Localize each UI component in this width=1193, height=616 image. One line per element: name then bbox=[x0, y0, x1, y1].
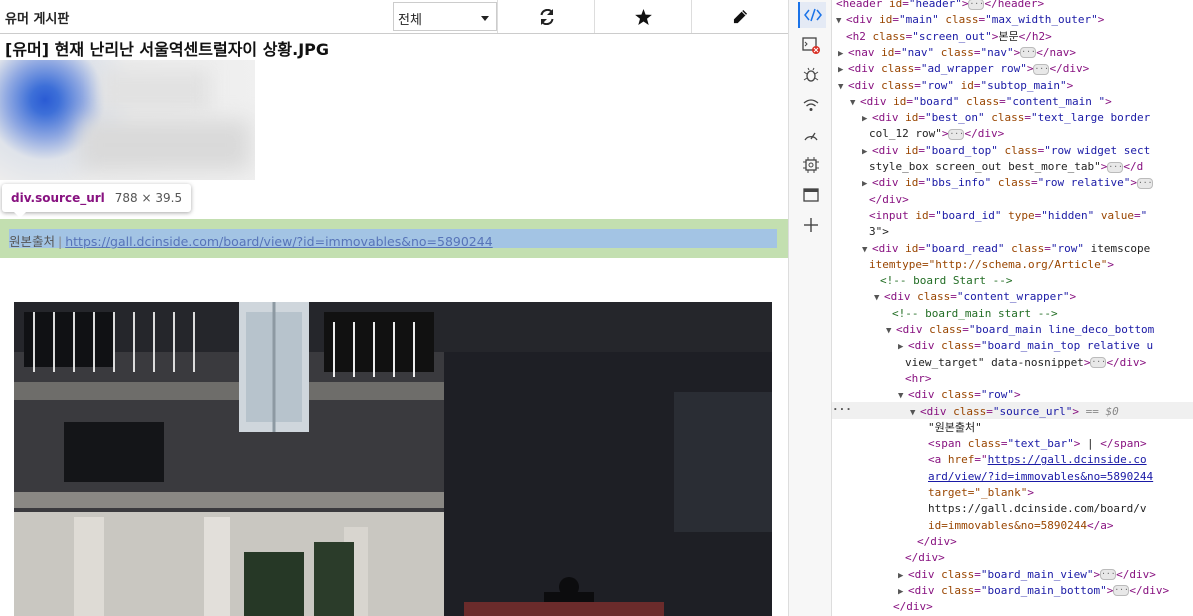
star-icon bbox=[635, 8, 652, 25]
chevron-down-icon bbox=[481, 16, 489, 21]
source-label: 원본출처 bbox=[9, 234, 56, 249]
board-title[interactable]: 유머 게시판 bbox=[5, 8, 69, 27]
sources-tab[interactable] bbox=[802, 66, 820, 84]
dom-node-line[interactable]: <input id="board_id" type="hidden" value… bbox=[869, 208, 1147, 224]
more-tools-button[interactable] bbox=[802, 216, 820, 234]
memory-tab[interactable] bbox=[802, 156, 820, 174]
dom-node-line[interactable]: col_12 row">···</div> bbox=[869, 126, 1004, 142]
chip-icon bbox=[803, 157, 819, 173]
dom-node-line[interactable]: ▶ <div class="board_main_bottom">···</div… bbox=[898, 583, 1169, 599]
dom-node-line[interactable]: <a href="https://gall.dcinside.co bbox=[928, 452, 1147, 468]
code-icon bbox=[804, 8, 822, 22]
dom-node-line[interactable]: <!-- board Start --> bbox=[880, 273, 1012, 289]
elements-tree: ··· ▶<header id="header">···</header>▼<d… bbox=[832, 0, 1193, 616]
dom-node-line[interactable]: "원본출처" bbox=[928, 420, 982, 436]
dom-node-line[interactable]: <h2 class="screen_out">본문</h2> bbox=[846, 29, 1052, 45]
console-tab[interactable] bbox=[802, 36, 820, 54]
dom-node-line[interactable]: 3"> bbox=[869, 224, 889, 240]
dom-node-line[interactable]: https://gall.dcinside.com/board/v bbox=[928, 501, 1147, 517]
dom-node-line[interactable]: ▼ <div class="row"> bbox=[898, 387, 1021, 403]
bug-icon bbox=[803, 67, 819, 82]
application-tab[interactable] bbox=[802, 186, 820, 204]
dom-node-line[interactable]: target="_blank"> bbox=[928, 485, 1034, 501]
wifi-icon bbox=[803, 99, 819, 111]
text-bar: | bbox=[58, 234, 63, 249]
performance-tab[interactable] bbox=[802, 126, 820, 144]
plus-icon bbox=[804, 218, 818, 232]
apartment-night-photo bbox=[14, 302, 772, 616]
dom-node-line[interactable]: ▶ <div id="bbs_info" class="row relative"… bbox=[862, 175, 1153, 191]
devtools-panel: ··· ▶<header id="header">···</header>▼<d… bbox=[789, 0, 1193, 616]
node-more-button[interactable]: ··· bbox=[832, 402, 852, 418]
dom-node-line[interactable]: ▶ <div class="board_main_view">···</div> bbox=[898, 567, 1156, 583]
dom-node-line[interactable]: view_target" data-nosnippet>···</div> bbox=[905, 355, 1146, 371]
pencil-icon bbox=[733, 9, 748, 24]
board-toolbar: 유머 게시판 전체 bbox=[0, 0, 788, 34]
dom-node-line[interactable]: </div> bbox=[893, 599, 933, 615]
post-photo bbox=[14, 302, 772, 616]
refresh-button[interactable] bbox=[497, 0, 595, 33]
dom-node-line[interactable]: ▶ <nav id="nav" class="nav">···</nav> bbox=[838, 45, 1076, 61]
dom-node-line[interactable]: <span class="text_bar"> | </span> bbox=[928, 436, 1147, 452]
console-icon bbox=[802, 37, 820, 54]
dom-node-line[interactable]: itemtype="http://schema.org/Article"> bbox=[869, 257, 1114, 273]
dom-node-line[interactable]: ▶<header id="header">···</header> bbox=[832, 0, 1044, 12]
category-select-value: 전체 bbox=[398, 13, 422, 28]
dom-node-line[interactable]: ▼ <div id="board" class="content_main "> bbox=[850, 94, 1112, 110]
web-page: 유머 게시판 전체 [유머] 현재 난리난 서울역센트럴자이 상황.JPG di… bbox=[0, 0, 789, 616]
dom-node-line[interactable]: ▶ <div id="board_top" class="row widget s… bbox=[862, 143, 1150, 159]
dom-node-line[interactable]: ▼ <div id="main" class="max_width_outer"> bbox=[836, 12, 1104, 28]
dom-node-line[interactable]: </div> bbox=[869, 192, 909, 208]
dom-node-line[interactable]: ▼ <div class="row" id="subtop_main"> bbox=[838, 78, 1073, 94]
gauge-icon bbox=[804, 132, 818, 141]
source-link[interactable]: https://gall.dcinside.com/board/view/?id… bbox=[65, 234, 492, 249]
tooltip-element: div.source_url bbox=[11, 191, 105, 205]
dom-node-line[interactable]: ▼ <div class="board_main line_deco_bottom bbox=[886, 322, 1154, 338]
window-icon bbox=[803, 188, 819, 202]
elements-tab[interactable] bbox=[798, 2, 826, 28]
devtools-sidebar bbox=[789, 0, 832, 616]
dom-node-line[interactable]: </div> bbox=[905, 550, 945, 566]
dom-node-line[interactable]: ard/view/?id=immovables&no=5890244 bbox=[928, 469, 1153, 485]
category-select[interactable]: 전체 bbox=[393, 2, 497, 31]
dom-node-line[interactable]: ▼ <div id="board_read" class="row" itemsc… bbox=[862, 241, 1150, 257]
dom-node-line[interactable]: ▶ <div id="best_on" class="text_large bor… bbox=[862, 110, 1150, 126]
dom-node-line[interactable]: ▶ <div class="ad_wrapper row">···</div> bbox=[838, 61, 1089, 77]
dom-node-line[interactable]: <!-- board_main start --> bbox=[892, 306, 1058, 322]
post-title: [유머] 현재 난리난 서울역센트럴자이 상황.JPG bbox=[5, 40, 330, 59]
dom-node-line[interactable]: ▼ <div class="content_wrapper"> bbox=[874, 289, 1076, 305]
dom-node-line[interactable]: style_box screen_out best_more_tab">···<… bbox=[869, 159, 1143, 175]
source-url: 원본출처 | https://gall.dcinside.com/board/vie… bbox=[9, 229, 777, 249]
dom-node-line[interactable]: ▶ <div class="board_main_top relative u bbox=[898, 338, 1153, 354]
network-tab[interactable] bbox=[802, 96, 820, 114]
blurred-image bbox=[0, 60, 255, 180]
dom-node-line[interactable]: <hr> bbox=[905, 371, 932, 387]
inspect-tooltip: div.source_url 788 × 39.5 bbox=[2, 184, 192, 218]
dom-node-line[interactable]: id=immovables&no=5890244</a> bbox=[928, 518, 1113, 534]
dom-node-line[interactable]: ▼ <div class="source_url"> == $0 bbox=[910, 404, 1119, 420]
dom-node-line[interactable]: </div> bbox=[917, 534, 957, 550]
tooltip-size: 788 × 39.5 bbox=[114, 191, 183, 205]
favorite-button[interactable] bbox=[594, 0, 692, 33]
refresh-icon bbox=[540, 8, 553, 25]
write-button[interactable] bbox=[691, 0, 788, 33]
selected-node-marker: == $0 bbox=[1078, 404, 1119, 418]
